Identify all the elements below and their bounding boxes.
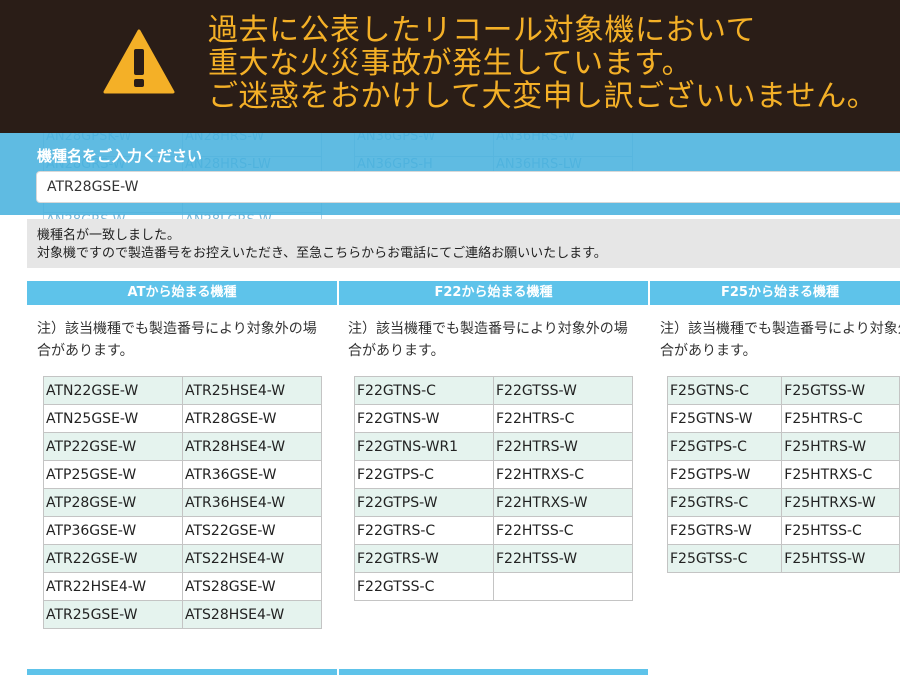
model-cell: F25GTNS-C	[666, 376, 783, 405]
model-cell: F25GTRS-C	[666, 488, 783, 517]
model-cell: ATR28HSE4-W	[182, 432, 322, 461]
model-cell: ATP28GSE-W	[43, 488, 183, 517]
model-row: F25GTRS-C F25HTRXS-W	[666, 488, 900, 517]
model-cell: ATS22GSE-W	[182, 516, 322, 545]
model-row: ATP28GSE-W ATR36HSE4-W	[43, 488, 322, 517]
model-cell: F22HTRXS-W	[493, 488, 633, 517]
banner-line-3: ご迷惑をおかけして大変申し訳ございいません。	[208, 79, 878, 114]
model-cell: F25HTRS-C	[781, 404, 900, 433]
model-cell: ATN25GSE-W	[43, 404, 183, 433]
model-table-f22: F22GTNS-C F22GTSS-W F22GTNS-W F22HTRS-C F22G…	[354, 376, 633, 601]
model-row: F22GTPS-W F22HTRXS-W	[354, 488, 633, 517]
model-row: ATP22GSE-W ATR28HSE4-W	[43, 432, 322, 461]
model-cell: F22GTPS-C	[354, 460, 494, 489]
model-row: F22GTPS-C F22HTRXS-C	[354, 460, 633, 489]
model-cell: ATS28GSE-W	[182, 572, 322, 601]
model-row: F25GTNS-C F25GTSS-W	[666, 376, 900, 405]
model-cell: ATR36HSE4-W	[182, 488, 322, 517]
banner-message: 過去に公表したリコール対象機において 重大な火災事故が発生しています。 ご迷惑を…	[208, 14, 877, 113]
match-result-line-2: 対象機ですので製造番号をお控えいただき、至急こちらからお電話にてご連絡お願いいた…	[37, 246, 607, 261]
model-cell: F25GTPS-W	[666, 460, 783, 489]
model-row: F22GTNS-C F22GTSS-W	[354, 376, 633, 405]
column-note-f25: 注）該当機種でも製造番号により対象外の場 合があります。	[660, 321, 900, 359]
model-row: ATR25GSE-W ATS28HSE4-W	[43, 600, 322, 629]
model-row: F25GTSS-C F25HTSS-W	[666, 544, 900, 573]
model-row: ATN22GSE-W ATR25HSE4-W	[43, 376, 322, 405]
model-row: ATR22HSE4-W ATS28GSE-W	[43, 572, 322, 601]
model-cell: ATR25GSE-W	[43, 600, 183, 629]
model-table-f25: F25GTNS-C F25GTSS-W F25GTNS-W F25HTRS-C F25G…	[666, 376, 900, 573]
model-cell: ATP22GSE-W	[43, 432, 183, 461]
model-cell: F25GTRS-W	[666, 516, 783, 545]
model-row: ATP25GSE-W ATR36GSE-W	[43, 460, 322, 489]
model-cell: F25HTSS-C	[781, 516, 900, 545]
model-row: F22GTNS-W F22HTRS-C	[354, 404, 633, 433]
column-note-f22: 注）該当機種でも製造番号により対象外の場 合があります。	[348, 321, 628, 359]
model-row: ATN25GSE-W ATR28GSE-W	[43, 404, 322, 433]
model-cell: ATP25GSE-W	[43, 460, 183, 489]
model-cell: F25HTSS-W	[781, 544, 900, 573]
model-row: F25GTRS-W F25HTSS-C	[666, 516, 900, 545]
warning-icon	[103, 29, 175, 94]
model-row: F25GTPS-C F25HTRS-W	[666, 432, 900, 461]
model-cell: F25GTSS-C	[666, 544, 783, 573]
recall-warning-banner: 過去に公表したリコール対象機において 重大な火災事故が発生しています。 ご迷惑を…	[0, 0, 900, 133]
model-cell: F22GTRS-C	[354, 516, 494, 545]
model-cell: ATR28GSE-W	[182, 404, 322, 433]
model-cell: ATR22HSE4-W	[43, 572, 183, 601]
banner-line-1: 過去に公表したリコール対象機において	[208, 13, 757, 48]
model-row: F22GTRS-W F22HTSS-W	[354, 544, 633, 573]
model-row: F22GTNS-WR1 F22HTRS-W	[354, 432, 633, 461]
model-row: F22GTRS-C F22HTSS-C	[354, 516, 633, 545]
model-cell: ATN22GSE-W	[43, 376, 183, 405]
model-cell: F22HTRS-W	[493, 432, 633, 461]
model-cell: ATR25HSE4-W	[182, 376, 322, 405]
model-row: ATR22GSE-W ATS22HSE4-W	[43, 544, 322, 573]
model-cell: F25GTPS-C	[666, 432, 783, 461]
model-cell: ATS28HSE4-W	[182, 600, 322, 629]
model-row: F25GTNS-W F25HTRS-C	[666, 404, 900, 433]
match-result-line-1: 機種名が一致しました。	[37, 228, 181, 243]
model-cell: F22GTSS-W	[493, 376, 633, 405]
model-cell: F25HTRXS-W	[781, 488, 900, 517]
next-column-header-middle	[339, 669, 648, 675]
model-row: ATP36GSE-W ATS22GSE-W	[43, 516, 322, 545]
column-note-at: 注）該当機種でも製造番号により対象外の場 合があります。	[37, 321, 317, 359]
model-cell: F22GTNS-WR1	[354, 432, 494, 461]
column-header-f22: F22から始まる機種	[339, 281, 648, 305]
model-cell: F22GTSS-C	[354, 572, 494, 601]
search-label: 機種名をご入力ください	[37, 147, 203, 165]
model-cell: F22GTRS-W	[354, 544, 494, 573]
column-header-f25: F25から始まる機種	[650, 281, 900, 305]
model-cell: F22GTNS-W	[354, 404, 494, 433]
model-cell: F25GTSS-W	[781, 376, 900, 405]
model-cell: F25GTNS-W	[666, 404, 783, 433]
model-cell: F22HTRXS-C	[493, 460, 633, 489]
model-cell: ATP36GSE-W	[43, 516, 183, 545]
model-cell: F25HTRXS-C	[781, 460, 900, 489]
model-cell: ATR22GSE-W	[43, 544, 183, 573]
next-column-header-left	[27, 669, 337, 675]
model-search-input[interactable]	[36, 171, 900, 203]
model-cell: F22HTRS-C	[493, 404, 633, 433]
match-result-box: 機種名が一致しました。 対象機ですので製造番号をお控えいただき、至急こちらからお…	[27, 219, 900, 268]
model-cell: F22HTSS-W	[493, 544, 633, 573]
model-row: F25GTPS-W F25HTRXS-C	[666, 460, 900, 489]
banner-line-2: 重大な火災事故が発生しています。	[208, 46, 693, 81]
model-cell: ATS22HSE4-W	[182, 544, 322, 573]
model-cell: F22GTPS-W	[354, 488, 494, 517]
model-cell: F22GTNS-C	[354, 376, 494, 405]
model-cell: F25HTRS-W	[781, 432, 900, 461]
column-header-at: ATから始まる機種	[27, 281, 337, 305]
model-cell: ATR36GSE-W	[182, 460, 322, 489]
model-cell: F22HTSS-C	[493, 516, 633, 545]
model-table-at: ATN22GSE-W ATR25HSE4-W ATN25GSE-W ATR28GSE-…	[43, 376, 322, 629]
model-row: F22GTSS-C	[354, 572, 633, 601]
model-cell	[493, 572, 633, 601]
